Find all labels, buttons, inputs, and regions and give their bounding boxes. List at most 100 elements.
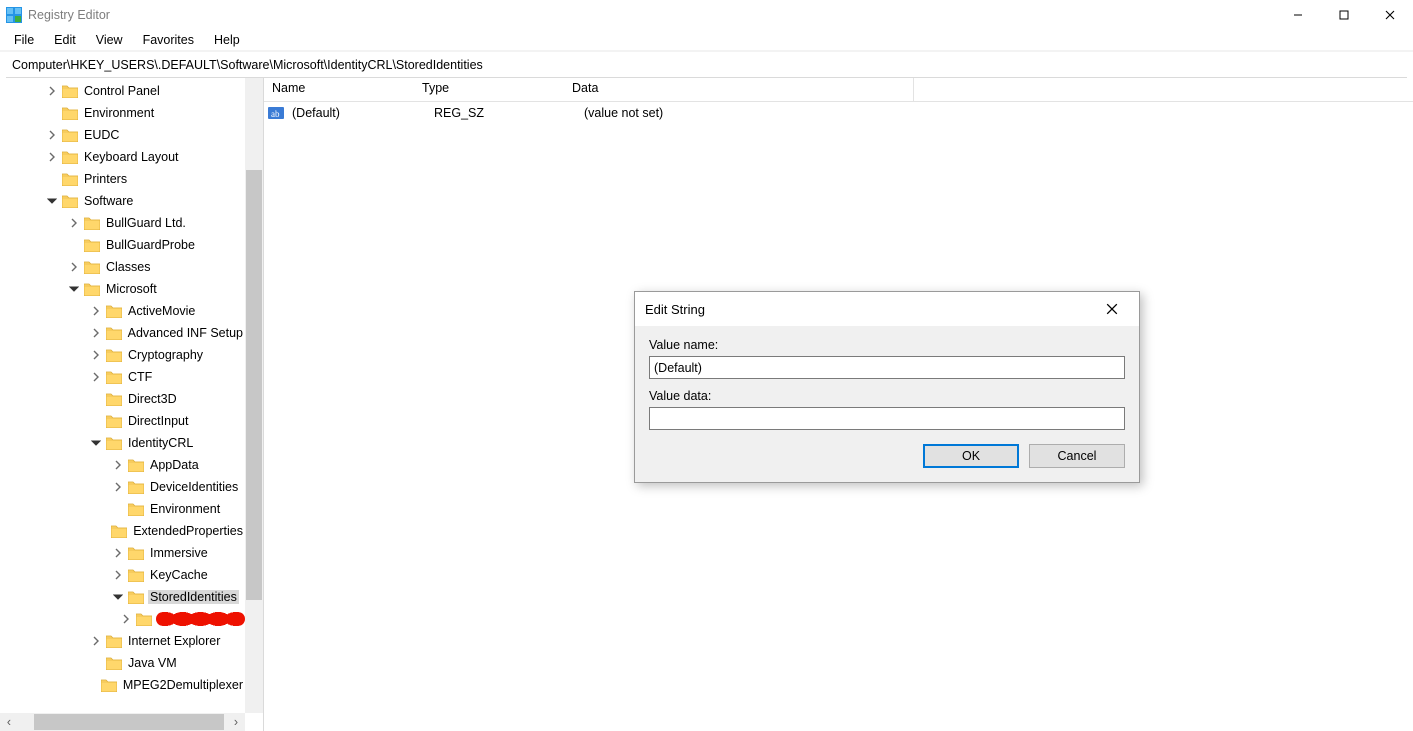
horizontal-scrollbar[interactable]: ‹ › xyxy=(0,713,245,731)
chevron-right-icon[interactable] xyxy=(44,149,60,165)
vertical-scrollbar[interactable] xyxy=(245,78,263,713)
menu-file[interactable]: File xyxy=(6,31,42,49)
folder-icon xyxy=(106,326,122,340)
folder-icon xyxy=(128,546,144,560)
value-name-input[interactable] xyxy=(649,356,1125,379)
tree-item[interactable]: BullGuardProbe xyxy=(0,234,245,256)
tree-item[interactable]: EUDC xyxy=(0,124,245,146)
chevron-right-icon[interactable] xyxy=(44,127,60,143)
tree-item[interactable]: StoredIdentities xyxy=(0,586,245,608)
maximize-button[interactable] xyxy=(1321,0,1367,30)
tree-item[interactable]: Environment xyxy=(0,498,245,520)
chevron-right-icon[interactable] xyxy=(110,479,126,495)
chevron-down-icon[interactable] xyxy=(110,589,126,605)
tree-item-label: Internet Explorer xyxy=(126,634,222,648)
ok-button[interactable]: OK xyxy=(923,444,1019,468)
tree-item[interactable] xyxy=(0,608,245,630)
cancel-button[interactable]: Cancel xyxy=(1029,444,1125,468)
tree-item[interactable]: Microsoft xyxy=(0,278,245,300)
menu-view[interactable]: View xyxy=(88,31,131,49)
tree-item[interactable]: IdentityCRL xyxy=(0,432,245,454)
folder-icon xyxy=(136,612,152,626)
tree-item-label: Advanced INF Setup xyxy=(126,326,245,340)
folder-icon xyxy=(101,678,117,692)
value-data-input[interactable] xyxy=(649,407,1125,430)
tree-item[interactable]: Classes xyxy=(0,256,245,278)
menu-help[interactable]: Help xyxy=(206,31,248,49)
tree-item-label: ActiveMovie xyxy=(126,304,197,318)
chevron-right-icon[interactable] xyxy=(88,347,104,363)
scrollbar-thumb-h[interactable] xyxy=(34,714,224,730)
address-text: Computer\HKEY_USERS\.DEFAULT\Software\Mi… xyxy=(12,58,483,72)
tree-item[interactable]: Keyboard Layout xyxy=(0,146,245,168)
tree-item-label: Direct3D xyxy=(126,392,179,406)
tree-item[interactable]: DirectInput xyxy=(0,410,245,432)
chevron-right-icon[interactable] xyxy=(66,259,82,275)
regedit-icon xyxy=(6,7,22,23)
chevron-right-icon[interactable] xyxy=(44,83,60,99)
chevron-right-icon[interactable] xyxy=(118,611,134,627)
tree-item[interactable]: DeviceIdentities xyxy=(0,476,245,498)
chevron-down-icon[interactable] xyxy=(66,281,82,297)
tree-item[interactable]: BullGuard Ltd. xyxy=(0,212,245,234)
chevron-right-icon[interactable] xyxy=(110,457,126,473)
tree-item[interactable]: ExtendedProperties xyxy=(0,520,245,542)
chevron-right-icon[interactable] xyxy=(88,633,104,649)
tree-item-label: IdentityCRL xyxy=(126,436,195,450)
tree-item[interactable]: Internet Explorer xyxy=(0,630,245,652)
tree-item[interactable]: Direct3D xyxy=(0,388,245,410)
tree-item-label: Microsoft xyxy=(104,282,159,296)
menu-favorites[interactable]: Favorites xyxy=(135,31,202,49)
menu-edit[interactable]: Edit xyxy=(46,31,84,49)
scroll-left-arrow[interactable]: ‹ xyxy=(2,715,16,729)
value-row[interactable]: (Default) REG_SZ (value not set) xyxy=(264,102,1413,124)
close-button[interactable] xyxy=(1367,0,1413,30)
tree-item[interactable]: Environment xyxy=(0,102,245,124)
titlebar: Registry Editor xyxy=(0,0,1413,30)
minimize-button[interactable] xyxy=(1275,0,1321,30)
folder-icon xyxy=(106,634,122,648)
folder-icon xyxy=(106,656,122,670)
chevron-right-icon[interactable] xyxy=(88,325,104,341)
tree-item[interactable]: Printers xyxy=(0,168,245,190)
scroll-right-arrow[interactable]: › xyxy=(229,715,243,729)
tree-item[interactable]: AppData xyxy=(0,454,245,476)
tree-item[interactable]: MPEG2Demultiplexer xyxy=(0,674,245,696)
value-data: (value not set) xyxy=(580,106,930,120)
expander-none xyxy=(44,171,60,187)
tree-item[interactable]: ActiveMovie xyxy=(0,300,245,322)
list-header[interactable]: Name Type Data xyxy=(264,78,1413,102)
col-name[interactable]: Name xyxy=(264,78,414,101)
edit-string-dialog: Edit String Value name: Value data: OK C… xyxy=(634,291,1140,483)
chevron-right-icon[interactable] xyxy=(110,545,126,561)
chevron-right-icon[interactable] xyxy=(110,567,126,583)
tree-item-label: Environment xyxy=(148,502,222,516)
folder-icon xyxy=(128,568,144,582)
tree-item[interactable]: Software xyxy=(0,190,245,212)
tree-item[interactable]: Advanced INF Setup xyxy=(0,322,245,344)
col-type[interactable]: Type xyxy=(414,78,564,101)
tree-item[interactable]: KeyCache xyxy=(0,564,245,586)
tree-item-label: DirectInput xyxy=(126,414,190,428)
folder-icon xyxy=(84,216,100,230)
tree-item-label: Software xyxy=(82,194,135,208)
col-data[interactable]: Data xyxy=(564,78,914,101)
tree-item-label: Control Panel xyxy=(82,84,162,98)
scrollbar-thumb[interactable] xyxy=(246,170,262,600)
dialog-close-button[interactable] xyxy=(1095,292,1129,326)
chevron-down-icon[interactable] xyxy=(44,193,60,209)
tree-item[interactable]: Cryptography xyxy=(0,344,245,366)
chevron-down-icon[interactable] xyxy=(88,435,104,451)
tree-item-label: BullGuardProbe xyxy=(104,238,197,252)
address-bar[interactable]: Computer\HKEY_USERS\.DEFAULT\Software\Mi… xyxy=(6,52,1407,78)
tree-item[interactable]: Java VM xyxy=(0,652,245,674)
tree-item[interactable]: Immersive xyxy=(0,542,245,564)
chevron-right-icon[interactable] xyxy=(88,369,104,385)
chevron-right-icon[interactable] xyxy=(66,215,82,231)
chevron-right-icon[interactable] xyxy=(88,303,104,319)
value-data-label: Value data: xyxy=(649,389,1125,403)
expander-none xyxy=(110,501,126,517)
tree-item[interactable]: CTF xyxy=(0,366,245,388)
expander-none xyxy=(66,237,82,253)
tree-item[interactable]: Control Panel xyxy=(0,80,245,102)
